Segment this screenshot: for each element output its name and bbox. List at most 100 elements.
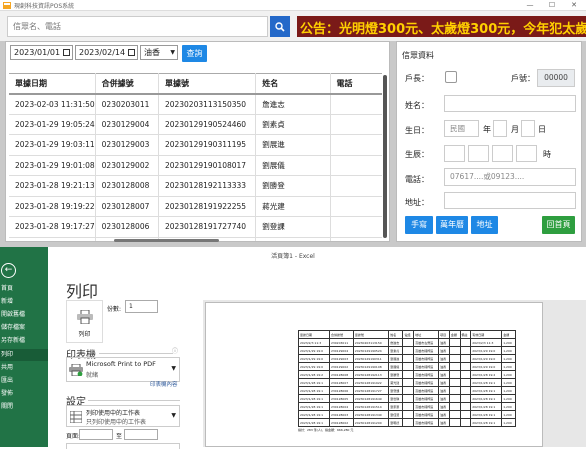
backstage-nav-item[interactable]: 新增 bbox=[0, 296, 48, 308]
pos-titlebar: 現創科技資訊POS系統 — ☐ ✕ bbox=[0, 0, 586, 11]
table-row[interactable]: 2023-01-29 19:03:11 0230129003 20230129190… bbox=[9, 134, 382, 156]
date-from-field[interactable]: 2023/01/01 bbox=[10, 45, 73, 60]
back-arrow-icon[interactable]: ← bbox=[1, 263, 16, 278]
preview-cell: 高雄市楠梓區 bbox=[413, 394, 440, 403]
sales-table: 單據日期 合併據號 單據號 姓名 電話 2023-02-03 11:31:50 0… bbox=[9, 73, 382, 241]
year-unit: 年 bbox=[483, 125, 491, 134]
close-button[interactable]: ✕ bbox=[564, 0, 584, 11]
preview-cell bbox=[402, 402, 415, 411]
believer-panel-title: 信眾資料 bbox=[402, 51, 434, 60]
preview-cell: 蔣光建 bbox=[388, 378, 404, 387]
print-scope-select[interactable]: 列印使用中的工作表 只列印使用中的工作表 ▼ bbox=[66, 405, 180, 427]
preview-cell: 2023/1/28 19:2 bbox=[298, 370, 330, 379]
manual-button[interactable]: 手寫 bbox=[405, 216, 433, 234]
preview-cell bbox=[402, 346, 415, 355]
preview-cell: 230128008 bbox=[328, 370, 354, 379]
preview-cell: 1,200 bbox=[501, 394, 516, 403]
search-button[interactable] bbox=[270, 16, 290, 37]
cell-doc-no: 20230128192113333 bbox=[158, 175, 257, 197]
address-button[interactable]: 地址 bbox=[471, 216, 498, 234]
table-row[interactable]: 2023-01-28 19:21:13 0230128008 20230128192… bbox=[9, 175, 382, 197]
preview-page: 單據日期 合併據號 單據號 姓名 電話 地址 項目 金額 備註 有效日期 金額 2023/2/3 11… bbox=[205, 302, 543, 447]
category-select[interactable]: 油香 ▼ bbox=[140, 45, 178, 60]
home-button[interactable]: 回首頁 bbox=[542, 216, 575, 234]
head-checkbox[interactable] bbox=[445, 71, 457, 83]
cell-doc-no: 20230203113150350 bbox=[158, 93, 257, 115]
table-row[interactable]: 2023-01-29 19:05:24 0230129004 20230129190… bbox=[9, 114, 382, 135]
preview-cell bbox=[402, 386, 415, 395]
preview-cell: 2023/1/28 19:1 bbox=[470, 386, 503, 395]
household-field[interactable]: 00000 bbox=[537, 69, 575, 87]
pages-from-input[interactable] bbox=[79, 429, 113, 440]
birthday-era-field[interactable]: 民國 bbox=[444, 120, 479, 137]
birthday-month-field[interactable] bbox=[493, 120, 507, 137]
phone-field[interactable]: 07617....或09123.... bbox=[444, 168, 576, 186]
horizontal-scrollbar[interactable] bbox=[114, 239, 219, 242]
preview-footer: 總計：283 筆(人)，總金額：666,280 元 bbox=[298, 428, 354, 432]
hour-field-2[interactable] bbox=[468, 145, 489, 162]
hour-field-4[interactable] bbox=[516, 145, 537, 162]
preview-cell: 2023/1/29 19:0 bbox=[298, 346, 330, 355]
print-heading: 列印 bbox=[66, 282, 99, 301]
backstage-nav-item[interactable]: 共用 bbox=[0, 362, 48, 374]
hour-field-3[interactable] bbox=[492, 145, 513, 162]
print-button[interactable]: 列印 bbox=[66, 300, 103, 343]
collate-select[interactable] bbox=[66, 443, 180, 449]
pages-to-input[interactable] bbox=[124, 429, 158, 440]
preview-header-cell: 姓名 bbox=[388, 330, 404, 339]
cell-phone bbox=[330, 114, 382, 135]
table-row[interactable]: 2023-01-28 19:17:27 0230128006 20230128191… bbox=[9, 216, 382, 238]
maximize-button[interactable]: ☐ bbox=[542, 0, 562, 11]
backstage-nav-item[interactable]: 列印 bbox=[0, 349, 48, 361]
search-input[interactable] bbox=[8, 17, 267, 36]
table-row[interactable]: 2023-02-03 11:31:50 0230203011 20230203113… bbox=[9, 93, 382, 115]
backstage-nav-item[interactable]: 關閉 bbox=[0, 401, 48, 413]
preview-cell: 230128002 bbox=[328, 418, 354, 427]
preview-cell bbox=[459, 338, 472, 347]
preview-cell: 油香 bbox=[438, 354, 450, 363]
hour-field-1[interactable] bbox=[444, 145, 465, 162]
col-header-date[interactable]: 單據日期 bbox=[9, 73, 96, 95]
table-row[interactable]: 2023-01-28 19:19:22 0230128007 20230128191… bbox=[9, 196, 382, 217]
birthday-day-field[interactable] bbox=[521, 120, 535, 137]
vertical-scrollbar[interactable] bbox=[383, 75, 387, 238]
col-header-name[interactable]: 姓名 bbox=[255, 73, 331, 95]
backstage-nav-item[interactable]: 另存新檔 bbox=[0, 335, 48, 347]
preview-cell bbox=[402, 410, 415, 419]
preview-cell: 油香 bbox=[438, 338, 450, 347]
table-row[interactable]: 2023-01-29 19:01:08 0230129002 20230129190… bbox=[9, 155, 382, 176]
preview-cell: 詹進志 bbox=[388, 338, 404, 347]
name-label: 姓名： bbox=[405, 101, 429, 110]
backstage-nav-item[interactable]: 發佈 bbox=[0, 388, 48, 400]
date-to-field[interactable]: 2023/02/14 bbox=[75, 45, 138, 60]
calendar-icon[interactable] bbox=[128, 49, 135, 56]
backstage-nav-item[interactable]: 匯出 bbox=[0, 375, 48, 387]
minimize-button[interactable]: — bbox=[520, 0, 540, 11]
pages-label: 頁面: bbox=[66, 433, 81, 440]
preview-cell: 高雄市楠梓區 bbox=[413, 370, 440, 379]
preview-cell: 20230128192113 bbox=[352, 370, 390, 379]
calendar-button[interactable]: 萬年曆 bbox=[436, 216, 468, 234]
printer-properties-link[interactable]: 印表機內容 bbox=[150, 380, 178, 388]
preview-row: 2023/1/29 19:0 230129003 20230129190311 劉展進… bbox=[298, 354, 516, 363]
address-field[interactable] bbox=[444, 192, 576, 209]
name-field[interactable] bbox=[444, 95, 576, 112]
preview-cell: 230128003 bbox=[328, 410, 354, 419]
backstage-nav-item[interactable]: 開啟舊檔 bbox=[0, 309, 48, 321]
calendar-icon[interactable] bbox=[63, 49, 70, 56]
col-header-phone[interactable]: 電話 bbox=[330, 73, 382, 95]
backstage-nav-item[interactable]: 首頁 bbox=[0, 283, 48, 295]
preview-cell: 20230128191514 bbox=[352, 402, 390, 411]
preview-cell: 1,200 bbox=[501, 362, 516, 371]
col-header-merge-no[interactable]: 合併據號 bbox=[95, 73, 159, 95]
preview-cell: 20230128191727 bbox=[352, 386, 390, 395]
printer-select[interactable]: Microsoft Print to PDF 就緒 ▼ bbox=[66, 357, 180, 382]
col-header-doc-no[interactable]: 單據號 bbox=[158, 73, 257, 95]
query-button[interactable]: 查詢 bbox=[182, 45, 207, 62]
cell-doc-no: 20230129190108017 bbox=[158, 155, 257, 176]
preview-cell: 油香 bbox=[438, 418, 450, 427]
copies-stepper[interactable]: 1 bbox=[125, 300, 158, 313]
preview-cell: 2023/1/29 19:0 bbox=[298, 354, 330, 363]
info-icon[interactable]: ⓘ bbox=[172, 346, 178, 355]
backstage-nav-item[interactable]: 儲存檔案 bbox=[0, 322, 48, 334]
